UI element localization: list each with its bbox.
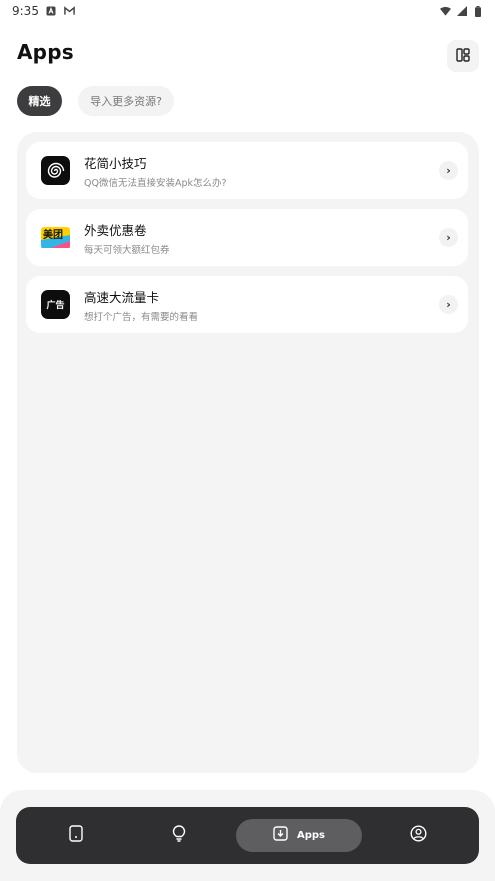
meituan-icon-text: 美团: [43, 228, 63, 241]
user-icon: [409, 825, 427, 846]
nav-item-apps[interactable]: Apps: [236, 819, 362, 852]
status-right: [440, 5, 483, 17]
list-item[interactable]: 花简小技巧 QQ微信无法直接安装Apk怎么办? ›: [26, 142, 468, 199]
battery-icon: [472, 5, 483, 17]
filter-chip-featured[interactable]: 精选: [17, 86, 62, 116]
list-item[interactable]: 广告 高速大流量卡 想打个广告，有需要的看看 ›: [26, 276, 468, 333]
filter-chip-import[interactable]: 导入更多资源?: [78, 86, 174, 116]
chevron-right-icon[interactable]: ›: [439, 228, 458, 247]
chevron-right-icon[interactable]: ›: [439, 295, 458, 314]
nav-item-device[interactable]: [51, 807, 101, 864]
layout-icon: [456, 47, 470, 66]
bottom-nav: Apps: [16, 807, 479, 864]
spiral-icon: [41, 156, 70, 185]
status-time: 9:35: [12, 4, 39, 18]
ad-icon: 广告: [41, 290, 70, 319]
nav-item-apps-label: Apps: [296, 830, 325, 841]
status-left: 9:35: [12, 4, 75, 18]
layout-toggle-button[interactable]: [447, 40, 479, 72]
list-item-title: 高速大流量卡: [84, 290, 160, 305]
list-item-subtitle: QQ微信无法直接安装Apk怎么办?: [84, 178, 227, 189]
status-bar: 9:35: [0, 0, 495, 22]
signal-icon: [456, 6, 467, 17]
download-icon: [273, 826, 288, 845]
notification-a-icon: [46, 6, 57, 17]
ad-icon-text: 广告: [46, 301, 65, 311]
list-item-title: 外卖优惠卷: [84, 223, 147, 238]
nav-item-profile[interactable]: [393, 807, 443, 864]
phone-icon: [69, 825, 83, 846]
list-item[interactable]: 美团 外卖优惠卷 每天可领大额红包券 ›: [26, 209, 468, 266]
list-item-title: 花简小技巧: [84, 156, 147, 171]
list-item-subtitle: 每天可领大额红包券: [84, 245, 170, 256]
wifi-icon: [440, 6, 451, 17]
meituan-icon: 美团: [41, 223, 70, 252]
page-title: Apps: [17, 40, 74, 64]
chevron-right-icon[interactable]: ›: [439, 161, 458, 180]
list-item-subtitle: 想打个广告，有需要的看看: [84, 312, 199, 323]
nav-item-tips[interactable]: [154, 807, 204, 864]
lightbulb-icon: [172, 825, 186, 846]
gmail-icon: [64, 6, 75, 17]
